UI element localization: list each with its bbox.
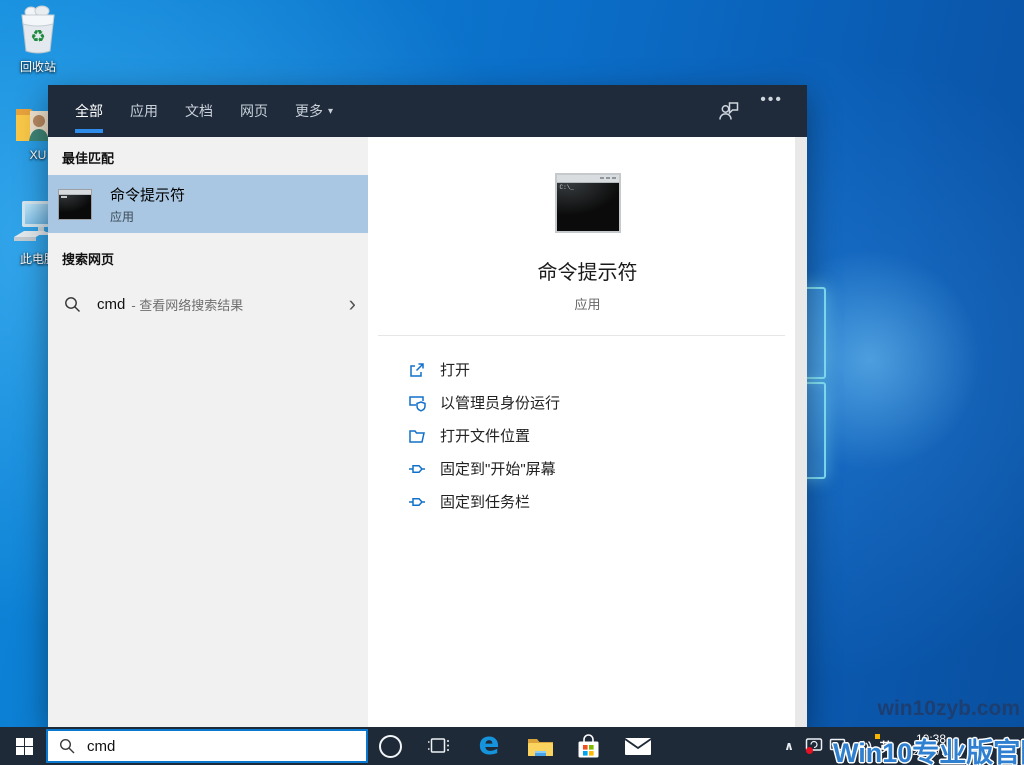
task-view-button[interactable] xyxy=(424,727,454,765)
edge-icon: e xyxy=(478,726,500,762)
search-flyout-panel: 全部 应用 文档 网页 更多 ▾ ••• 最佳匹配 命令提示符 应用 搜索网页 … xyxy=(48,85,807,727)
web-query: cmd xyxy=(97,295,126,313)
tab-label: 网页 xyxy=(240,103,268,119)
search-panel-header: 全部 应用 文档 网页 更多 ▾ ••• xyxy=(48,85,807,137)
svg-text:♻: ♻ xyxy=(30,27,45,46)
web-hint: - 查看网络搜索结果 xyxy=(131,297,244,313)
tab-more[interactable]: 更多 ▾ xyxy=(295,85,333,137)
pin-icon xyxy=(409,464,425,473)
windows-desktop: ♻ 回收站 XU 此电脑 全部 应用 文档 网页 更多 ▾ ••• 最佳匹配 命… xyxy=(0,0,1024,765)
detail-subtitle: 应用 xyxy=(574,297,601,312)
result-subtitle: 应用 xyxy=(110,209,135,224)
cortana-icon xyxy=(378,734,402,758)
file-explorer-icon xyxy=(527,738,553,756)
chevron-right-icon: › xyxy=(348,291,356,316)
options-button[interactable]: ••• xyxy=(760,91,783,109)
tray-app-icon xyxy=(805,738,823,754)
section-header-web-search: 搜索网页 xyxy=(62,252,115,267)
action-pin-to-start[interactable]: 固定到"开始"屏幕 xyxy=(368,452,807,485)
pin-icon xyxy=(409,497,425,506)
tab-documents[interactable]: 文档 xyxy=(185,85,213,137)
result-best-match-cmd[interactable]: 命令提示符 应用 xyxy=(48,175,368,233)
action-run-as-admin[interactable]: 以管理员身份运行 xyxy=(368,386,807,419)
result-web-search-cmd[interactable]: cmd - 查看网络搜索结果 › xyxy=(48,286,368,322)
desktop-icon-label: 回收站 xyxy=(19,60,56,74)
mail-button[interactable] xyxy=(620,727,656,765)
tab-label: 应用 xyxy=(130,103,158,119)
action-label: 打开 xyxy=(440,362,471,379)
action-label: 固定到任务栏 xyxy=(440,494,531,511)
result-text: 命令提示符 应用 xyxy=(110,184,185,225)
ellipsis-icon: ••• xyxy=(760,91,783,108)
store-button[interactable] xyxy=(571,727,605,765)
search-filter-tabs: 全部 应用 文档 网页 更多 ▾ xyxy=(75,85,333,137)
result-title: 命令提示符 xyxy=(110,186,186,204)
action-pin-to-taskbar[interactable]: 固定到任务栏 xyxy=(368,485,807,518)
watermark-site-url: win10zyb.com xyxy=(877,697,1020,720)
person-icon xyxy=(719,102,739,120)
taskbar-search-box[interactable] xyxy=(46,729,368,763)
start-button[interactable] xyxy=(0,727,48,765)
cmd-app-icon-large: C:\_ xyxy=(554,173,621,233)
tab-label: 更多 xyxy=(295,103,323,119)
search-panel-body: 最佳匹配 命令提示符 应用 搜索网页 cmd - 查看网络搜索结果 › C:\_… xyxy=(48,137,807,727)
folder-icon xyxy=(409,429,425,443)
store-icon xyxy=(578,733,598,757)
open-icon xyxy=(410,362,424,377)
detail-pane: C:\_ 命令提示符 应用 打开 以管理员身份运行 打开文件位置 固定到"开始"… xyxy=(368,137,807,727)
action-open-file-location[interactable]: 打开文件位置 xyxy=(368,419,807,452)
section-header-best-match: 最佳匹配 xyxy=(62,151,115,166)
search-icon xyxy=(65,296,80,312)
admin-shield-icon xyxy=(409,395,426,412)
file-explorer-button[interactable] xyxy=(523,727,557,765)
task-view-icon xyxy=(428,738,449,753)
tab-label: 文档 xyxy=(185,103,213,119)
action-label: 以管理员身份运行 xyxy=(440,395,561,412)
tab-all[interactable]: 全部 xyxy=(75,85,103,137)
recycle-bin-icon: ♻ xyxy=(21,5,55,54)
search-input[interactable] xyxy=(85,736,329,756)
desktop-icon-recycle-bin[interactable]: ♻ 回收站 xyxy=(6,5,70,75)
account-button[interactable] xyxy=(717,99,741,128)
tab-apps[interactable]: 应用 xyxy=(130,85,158,137)
tray-show-hidden-icons[interactable]: ∧ xyxy=(779,727,799,765)
chevron-up-icon: ∧ xyxy=(784,739,794,753)
chevron-down-icon: ▾ xyxy=(328,105,334,117)
action-open[interactable]: 打开 xyxy=(368,353,807,386)
mail-icon xyxy=(624,737,652,755)
detail-title: 命令提示符 xyxy=(537,262,638,284)
results-pane: 最佳匹配 命令提示符 应用 搜索网页 cmd - 查看网络搜索结果 › xyxy=(48,137,368,727)
windows-logo-icon xyxy=(15,737,33,755)
tray-app-button[interactable] xyxy=(801,727,827,765)
search-icon xyxy=(59,738,75,754)
tab-label: 全部 xyxy=(75,103,103,119)
cmd-icon-titlebar xyxy=(556,175,619,183)
tab-web[interactable]: 网页 xyxy=(240,85,268,137)
cmd-icon-prompt-text: C:\_ xyxy=(559,184,574,191)
cmd-app-icon xyxy=(58,188,92,220)
action-label: 打开文件位置 xyxy=(440,428,531,445)
watermark-site-name: Win10专业版官网 xyxy=(833,738,1024,765)
action-label: 固定到"开始"屏幕 xyxy=(440,461,556,478)
cortana-button[interactable] xyxy=(376,727,404,765)
divider xyxy=(378,335,785,336)
action-list: 打开 以管理员身份运行 打开文件位置 固定到"开始"屏幕 固定到任务栏 xyxy=(368,353,807,518)
edge-button[interactable]: e xyxy=(472,727,506,765)
